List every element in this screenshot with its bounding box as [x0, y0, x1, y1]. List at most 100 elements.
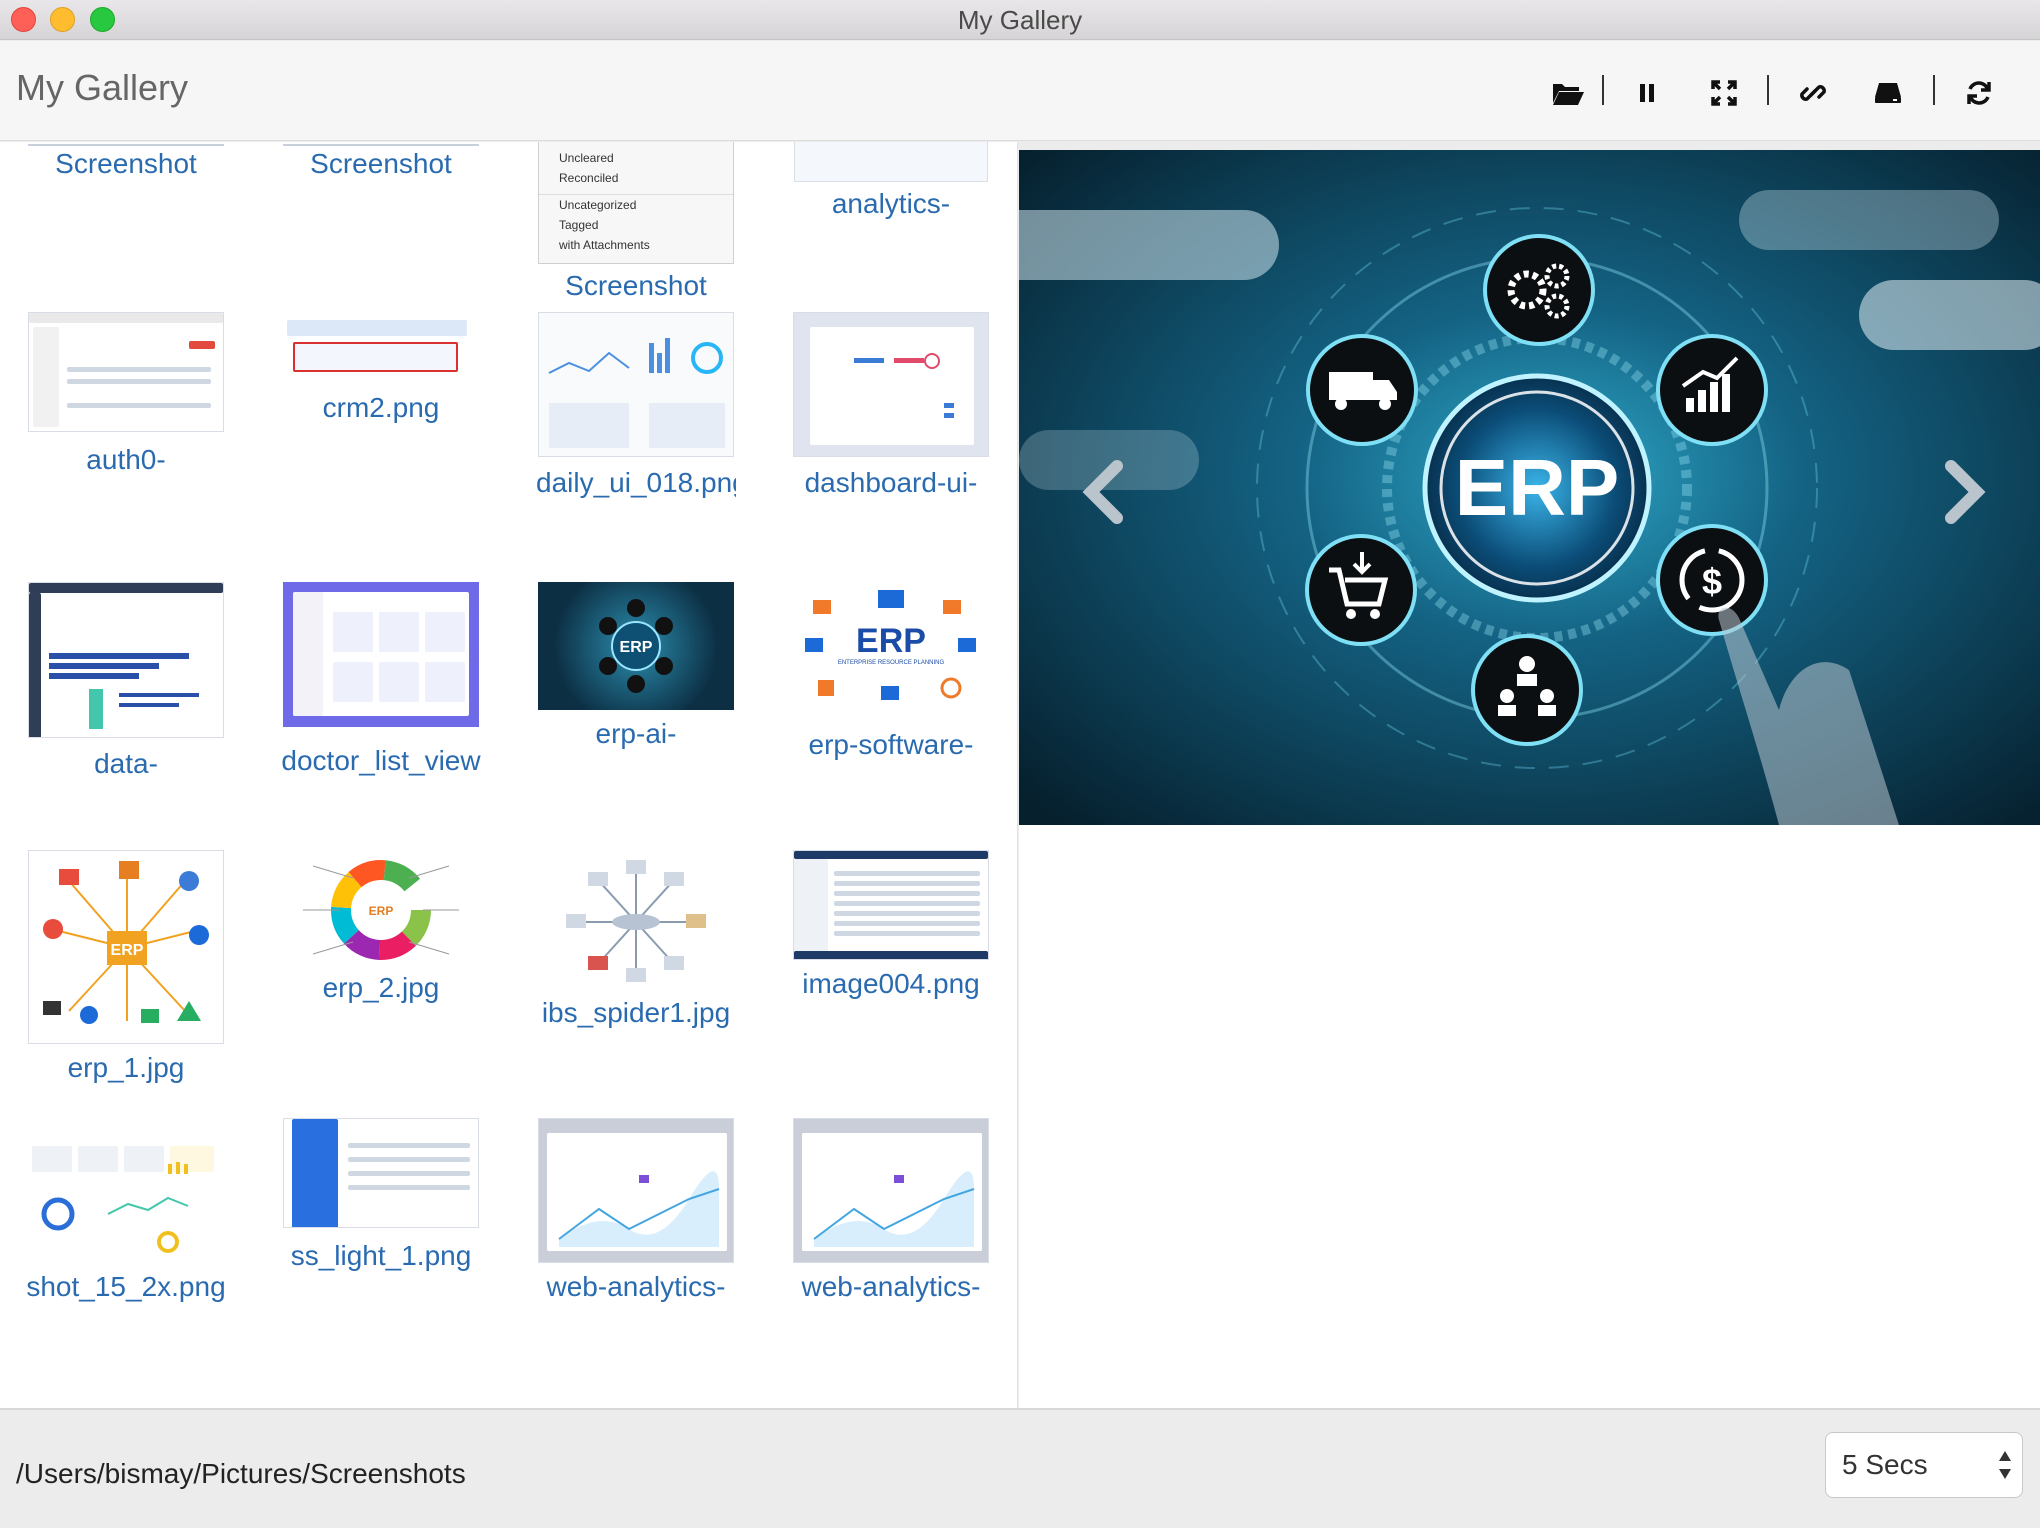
gallery-item[interactable]: shot_15_2x.png: [26, 1118, 226, 1305]
status-bar: /Users/bismay/Pictures/Screenshots 5 Sec…: [0, 1408, 2040, 1528]
gallery-item-name: erp_2.jpg: [322, 972, 440, 1003]
previous-image-arrow[interactable]: [1079, 460, 1129, 524]
open-folder-button[interactable]: [1546, 73, 1590, 113]
gallery-item[interactable]: analytics-: [791, 142, 991, 222]
thumbnail: [538, 1118, 734, 1263]
thumbnail: ERP: [28, 850, 224, 1044]
thumb-erp-text: ERP: [620, 639, 653, 656]
gallery-item[interactable]: web-analytics-: [791, 1118, 991, 1305]
thumbnail: [28, 1118, 224, 1263]
select-stepper-icon: [1999, 1451, 2011, 1479]
refresh-button[interactable]: [1957, 73, 2001, 113]
thumb-erp-text: ERP: [111, 942, 144, 959]
pause-button[interactable]: [1625, 73, 1669, 113]
folder-open-icon: [1553, 84, 1584, 105]
thumb-menu-text: with Attachments: [559, 238, 650, 252]
thumbnail: [283, 582, 479, 727]
gallery-item-name: Screenshot: [310, 148, 452, 179]
slideshow-interval-select[interactable]: 5 Secs: [1825, 1432, 2023, 1498]
page-title: My Gallery: [16, 67, 189, 108]
refresh-icon: [1967, 81, 1991, 105]
thumbnail: [283, 312, 479, 382]
thumb-erp-text: ERP: [856, 622, 926, 660]
toolbar-divider: [1767, 75, 1769, 105]
erp-node-cart: [1305, 534, 1417, 646]
erp-node-people: [1471, 634, 1583, 746]
drive-icon: [1875, 83, 1901, 103]
gallery-item[interactable]: ERP erp_2.jpg: [281, 850, 481, 1006]
gallery-item[interactable]: auth0-: [26, 312, 226, 478]
image-preview: ERP $: [1019, 150, 2040, 825]
gallery-item-name: data-: [94, 748, 158, 779]
thumbnail: [793, 1118, 989, 1263]
gallery-item[interactable]: dashboard-ui-: [791, 312, 991, 501]
toolbar-divider: [1933, 75, 1935, 105]
thumbnail: [283, 1118, 479, 1228]
gallery-item-name: ibs_spider1.jpg: [541, 997, 731, 1028]
folder-path: /Users/bismay/Pictures/Screenshots: [16, 1458, 466, 1489]
svg-text:$: $: [1702, 561, 1722, 602]
gallery-grid: Screenshot Screenshot Uncleared Reconcil…: [0, 142, 1018, 1408]
gallery-item[interactable]: ibs_spider1.jpg: [536, 850, 736, 1031]
thumbnail: ERP: [283, 850, 479, 970]
gallery-item[interactable]: ERP erp_1.jpg: [26, 850, 226, 1086]
gallery-item[interactable]: crm2.png: [281, 312, 481, 426]
gallery-item-name: analytics-: [831, 188, 951, 219]
thumbnail: ERP ENTERPRISE RESOURCE PLANNING: [793, 582, 989, 727]
toolbar-divider: [1602, 75, 1604, 105]
gallery-item[interactable]: ERP ENTERPRISE RESOURCE PLANNING erp-sof…: [791, 582, 991, 763]
thumbnail: Uncleared Reconciled Uncategorized Tagge…: [538, 142, 734, 264]
thumb-menu-text: Reconciled: [559, 171, 619, 185]
erp-node-truck: [1306, 334, 1418, 446]
gallery-item-name: daily_ui_018.png: [536, 467, 736, 498]
thumbnail: [793, 312, 989, 457]
erp-node-dollar: $: [1656, 524, 1768, 636]
thumb-erp-text: ERP: [369, 904, 394, 918]
preview-image: ERP $: [1019, 150, 2040, 825]
gallery-item[interactable]: image004.png: [791, 850, 991, 1002]
gallery-item-name: erp_1.jpg: [67, 1052, 185, 1083]
thumb-menu-text: Uncategorized: [539, 194, 733, 215]
erp-node-gears: [1483, 234, 1595, 346]
fullscreen-button[interactable]: [1702, 73, 1746, 113]
gallery-item[interactable]: doctor_list_view: [281, 582, 481, 779]
gallery-item[interactable]: data-: [26, 582, 226, 782]
gallery-item-name: web-analytics-: [801, 1271, 981, 1302]
gallery-item-name: doctor_list_view: [281, 745, 481, 776]
gallery-item-name: image004.png: [802, 968, 980, 999]
window-titlebar: My Gallery: [0, 0, 2040, 40]
thumb-erp-subtitle: ENTERPRISE RESOURCE PLANNING: [838, 660, 945, 666]
gallery-item-name: dashboard-ui-: [804, 467, 978, 498]
gallery-item-name: ss_light_1.png: [290, 1240, 472, 1271]
link-icon: [1800, 85, 1826, 101]
app-header: My Gallery: [0, 41, 2040, 141]
gallery-item-name: shot_15_2x.png: [26, 1271, 226, 1302]
gallery-item[interactable]: Screenshot: [26, 142, 226, 182]
thumb-menu-text: Tagged: [559, 218, 599, 232]
gallery-item-name: crm2.png: [322, 392, 440, 423]
erp-node-chart: [1656, 334, 1768, 446]
gallery-item-name: Screenshot: [565, 270, 707, 301]
thumb-menu-text: Uncleared: [559, 151, 614, 165]
gallery-item[interactable]: Uncleared Reconciled Uncategorized Tagge…: [536, 142, 736, 304]
thumbnail: [28, 312, 224, 432]
thumbnail: [28, 582, 224, 738]
gallery-item-name: web-analytics-: [546, 1271, 726, 1302]
drive-button[interactable]: [1866, 73, 1910, 113]
interval-value: 5 Secs: [1842, 1449, 1928, 1480]
gallery-item-name: Screenshot: [55, 148, 197, 179]
pause-icon: [1640, 84, 1654, 102]
preview-empty-area: [1019, 825, 2040, 1408]
next-image-arrow[interactable]: [1939, 460, 1989, 524]
gallery-item[interactable]: ss_light_1.png: [281, 1118, 481, 1274]
link-button[interactable]: [1791, 73, 1835, 113]
gallery-item-name: erp-ai-: [595, 718, 677, 749]
gallery-item[interactable]: web-analytics-: [536, 1118, 736, 1305]
gallery-item[interactable]: ERP erp-ai-: [536, 582, 736, 752]
gallery-item[interactable]: daily_ui_018.png: [536, 312, 736, 501]
gallery-item[interactable]: Screenshot: [281, 142, 481, 182]
erp-center-text: ERP: [1455, 443, 1620, 532]
gallery-item-name: erp-software-: [808, 729, 974, 760]
thumbnail: [793, 850, 989, 960]
thumbnail: [538, 312, 734, 457]
